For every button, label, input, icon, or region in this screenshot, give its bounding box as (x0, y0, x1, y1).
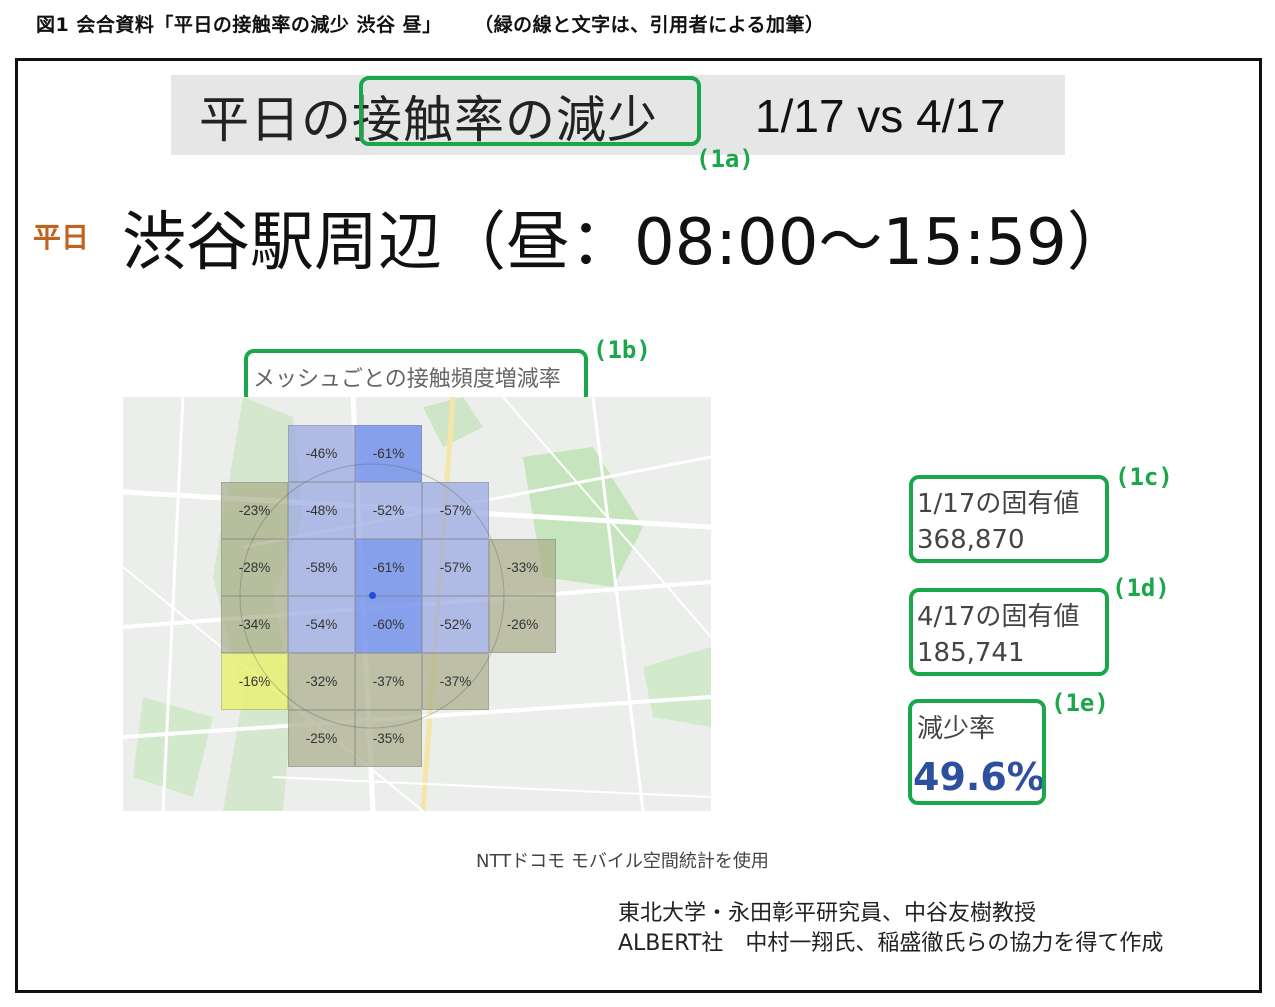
mesh-cell: -34% (221, 596, 288, 653)
annotation-box-1a (359, 76, 701, 146)
figure-note: （緑の線と文字は、引用者による加筆） (483, 14, 825, 36)
mesh-cell: -37% (422, 653, 489, 710)
mesh-cell: -57% (422, 482, 489, 539)
mesh-cell: -35% (355, 710, 422, 767)
mesh-map: -46% -61% -23% -48% -52% -57% -28% -58% -61% -57%… (123, 397, 711, 811)
mesh-cell: -25% (288, 710, 355, 767)
slide-title-compare: 1/17 vs 4/17 (755, 90, 1006, 142)
annotation-label-1c: (1c) (1115, 463, 1173, 491)
mesh-cell: -32% (288, 653, 355, 710)
mesh-cell: -23% (221, 482, 288, 539)
mesh-cell: -54% (288, 596, 355, 653)
slide-title-prefix: 平日の (199, 91, 352, 149)
mesh-cell: -58% (288, 539, 355, 596)
slide-frame: 平日の接触率の減少 1/17 vs 4/17 (1a) 平日 渋谷駅周辺（昼：0… (15, 58, 1262, 993)
figure-caption: 図1 会合資料「平日の接触率の減少 渋谷 昼」 （緑の線と文字は、引用者による加筆… (36, 10, 825, 37)
annotation-box-1d (909, 588, 1109, 676)
credit-line-2: ALBERT社 中村一翔氏、稲盛徹氏らの協力を得て作成 (618, 931, 1164, 956)
weekday-tag: 平日 (33, 221, 90, 254)
mesh-cell: -46% (288, 425, 355, 482)
mesh-cell: -60% (355, 596, 422, 653)
mesh-cell: -61% (355, 425, 422, 482)
mesh-cell: -52% (355, 482, 422, 539)
mesh-cell: -26% (489, 596, 556, 653)
slide-subtitle: 渋谷駅周辺（昼：08:00〜15:59） (122, 206, 1131, 280)
annotation-label-1b: (1b) (593, 336, 651, 364)
annotation-box-1e (908, 699, 1046, 805)
annotation-label-1d: (1d) (1112, 574, 1170, 602)
credit-line-1: 東北大学・永田彰平研究員、中谷友樹教授 (618, 901, 1037, 926)
mesh-cell: -57% (422, 539, 489, 596)
mesh-cell: -28% (221, 539, 288, 596)
figure-title: 図1 会合資料「平日の接触率の減少 渋谷 昼」 (36, 14, 442, 36)
annotation-label-1e: (1e) (1051, 689, 1109, 717)
data-source: NTTドコモ モバイル空間統計を使用 (476, 851, 769, 872)
annotation-label-1a: (1a) (696, 145, 754, 173)
mesh-cell: -16% (221, 653, 288, 710)
station-marker (369, 592, 376, 599)
annotation-box-1c (909, 475, 1109, 563)
mesh-cell: -52% (422, 596, 489, 653)
mesh-cell: -61% (355, 539, 422, 596)
mesh-cell: -48% (288, 482, 355, 539)
mesh-cell: -33% (489, 539, 556, 596)
mesh-cell: -37% (355, 653, 422, 710)
